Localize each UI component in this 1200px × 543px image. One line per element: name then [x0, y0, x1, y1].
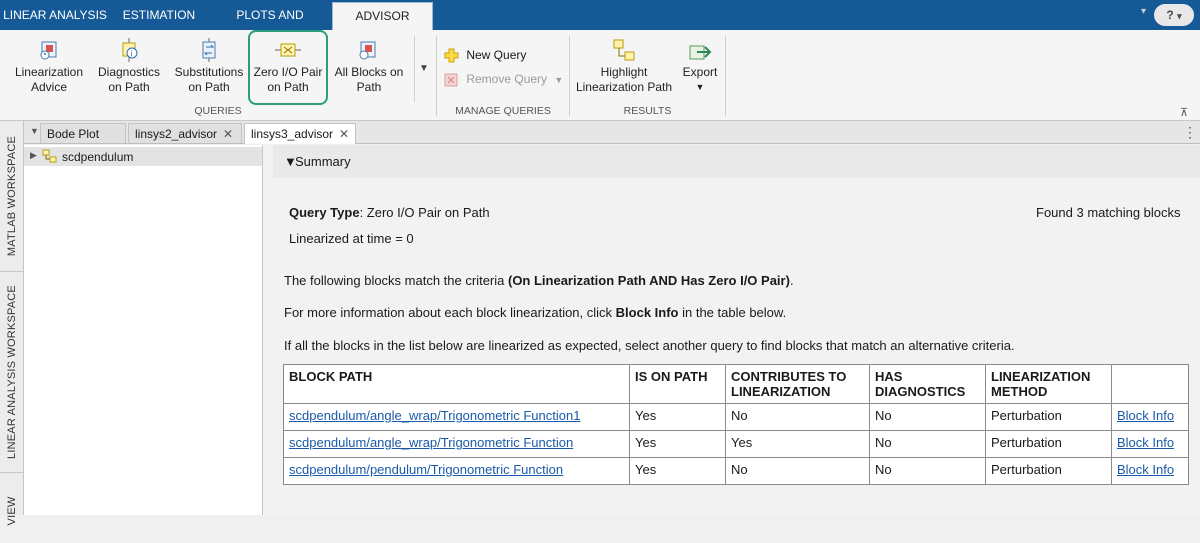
chevron-down-icon: ▼ [554, 75, 564, 85]
diagnostics-cell: No [869, 430, 986, 458]
contributes-cell: No [725, 403, 870, 431]
is-on-path-cell: Yes [629, 403, 726, 431]
help-button[interactable]: ? ▾ [1154, 4, 1194, 26]
expectation-paragraph: If all the blocks in the list below are … [284, 338, 1015, 353]
plus-icon [444, 48, 459, 63]
column-header: IS ON PATH [629, 364, 726, 404]
criteria-paragraph: The following blocks match the criteria … [284, 273, 794, 288]
summary-title: Summary [295, 154, 351, 169]
advisor-ribbon: Linearization Advice i Diagnostics on Pa… [0, 30, 1200, 121]
tab-estimation[interactable]: ESTIMATION [116, 0, 202, 30]
is-on-path-cell: Yes [629, 457, 726, 485]
block-path-link[interactable]: scdpendulum/angle_wrap/Trigonometric Fun… [289, 435, 573, 450]
model-tree-panel: ▶ scdpendulum [24, 145, 263, 515]
close-icon[interactable]: ✕ [223, 127, 233, 141]
svg-text:i: i [131, 50, 133, 59]
remove-query-button[interactable]: Remove Query ▼ [444, 72, 563, 87]
remove-icon [444, 73, 458, 87]
linearization-advice-button[interactable]: Linearization Advice [8, 38, 90, 100]
tab-plots-and-results[interactable]: PLOTS AND RESULTS [208, 0, 332, 52]
tree-item-root[interactable]: ▶ scdpendulum [24, 147, 262, 166]
block-info-link[interactable]: Block Info [1117, 435, 1174, 450]
zero-io-pair-icon [275, 43, 301, 57]
block-info-link[interactable]: Block Info [1117, 462, 1174, 477]
model-icon [42, 149, 57, 163]
summary-section-header[interactable]: ▼ Summary [273, 145, 1200, 178]
diagnostics-cell: No [869, 457, 986, 485]
table-row: scdpendulum/pendulum/Trigonometric Funct… [283, 457, 1189, 485]
chevron-down-icon: ▼ [419, 63, 429, 74]
block-path-link[interactable]: scdpendulum/pendulum/Trigonometric Funct… [289, 462, 563, 477]
chevron-down-icon[interactable]: ▼ [30, 126, 39, 136]
manage-queries-group-label: MANAGE QUERIES [455, 105, 551, 117]
highlight-linearization-path-button[interactable]: Highlight Linearization Path [574, 38, 674, 100]
is-on-path-cell: Yes [629, 430, 726, 458]
substitutions-on-path-button[interactable]: Substitutions on Path [170, 38, 248, 100]
chevron-down-icon: ▼ [695, 82, 705, 92]
export-button[interactable]: Export ▼ [678, 38, 722, 100]
group-divider [569, 36, 570, 116]
side-panel-tabs: MATLAB WORKSPACE LINEAR ANALYSIS WORKSPA… [0, 121, 24, 525]
export-icon [689, 45, 712, 60]
tab-linsys2-advisor[interactable]: linsys2_advisor ✕ [128, 123, 242, 143]
more-options-icon[interactable]: ⋮ [1183, 124, 1197, 141]
method-cell: Perturbation [985, 430, 1112, 458]
table-header-row: BLOCK PATH IS ON PATH CONTRIBUTES TO LINE… [283, 364, 1189, 404]
method-cell: Perturbation [985, 457, 1112, 485]
block-info-link[interactable]: Block Info [1117, 408, 1174, 423]
tab-bode-plot-1[interactable]: Bode Plot 1✕ [40, 123, 126, 161]
results-table: BLOCK PATH IS ON PATH CONTRIBUTES TO LINE… [283, 364, 1189, 485]
contributes-cell: No [725, 457, 870, 485]
matlab-workspace-tab[interactable]: MATLAB WORKSPACE [0, 121, 23, 272]
query-type-line: Query Type: Zero I/O Pair on Path [289, 205, 490, 220]
zero-io-pair-on-path-button[interactable]: Zero I/O Pair on Path [251, 38, 325, 100]
new-query-button[interactable]: New Query [444, 48, 526, 63]
quick-access-dropdown-icon[interactable]: ▾ [1141, 6, 1146, 17]
diagnostics-on-path-button[interactable]: i Diagnostics on Path [92, 38, 166, 100]
contributes-cell: Yes [725, 430, 870, 458]
view-tab[interactable]: VIEW [0, 473, 23, 543]
linearized-time: Linearized at time = 0 [289, 231, 414, 246]
substitutions-on-path-icon [202, 38, 216, 62]
block-path-link[interactable]: scdpendulum/angle_wrap/Trigonometric Fun… [289, 408, 580, 423]
column-header: LINEARIZATION METHOD [985, 364, 1112, 404]
linear-analysis-workspace-tab[interactable]: LINEAR ANALYSIS WORKSPACE [0, 272, 23, 473]
linearization-advice-icon [40, 41, 57, 60]
diagnostics-on-path-icon: i [122, 38, 138, 62]
queries-gallery-expand-button[interactable]: ▼ [414, 36, 433, 102]
results-group-label: RESULTS [623, 105, 672, 117]
tab-advisor[interactable]: ADVISOR [332, 2, 433, 31]
table-row: scdpendulum/angle_wrap/Trigonometric Fun… [283, 403, 1189, 431]
chevron-down-icon: ▾ [1177, 11, 1182, 21]
queries-group-label: QUERIES [194, 105, 242, 117]
document-tab-bar: ▼ Bode Plot 1✕ linsys2_advisor✕ linsys3_… [24, 121, 1200, 161]
tab-linsys3-advisor[interactable]: linsys3_advisor ✕ [244, 123, 356, 144]
close-icon[interactable]: ✕ [339, 127, 349, 141]
group-divider [436, 36, 437, 116]
column-header [1111, 364, 1189, 404]
column-header: BLOCK PATH [283, 364, 630, 404]
info-paragraph: For more information about each block li… [284, 305, 787, 320]
matching-count: Found 3 matching blocks [1036, 205, 1181, 220]
diagnostics-cell: No [869, 403, 986, 431]
highlight-path-icon [613, 39, 635, 61]
column-header: HAS DIAGNOSTICS [869, 364, 986, 404]
group-divider [725, 36, 726, 116]
ribbon-tab-strip: LINEAR ANALYSIS ESTIMATION PLOTS AND RES… [0, 0, 1200, 52]
chevron-right-icon[interactable]: ▶ [30, 150, 37, 161]
all-blocks-on-path-icon [359, 41, 376, 60]
method-cell: Perturbation [985, 403, 1112, 431]
all-blocks-on-path-button[interactable]: All Blocks on Path [332, 38, 406, 100]
column-header: CONTRIBUTES TO LINEARIZATION [725, 364, 870, 404]
table-row: scdpendulum/angle_wrap/Trigonometric Fun… [283, 430, 1189, 458]
collapse-ribbon-icon[interactable]: ⊼ [1180, 106, 1188, 119]
tab-linear-analysis[interactable]: LINEAR ANALYSIS [0, 0, 110, 30]
